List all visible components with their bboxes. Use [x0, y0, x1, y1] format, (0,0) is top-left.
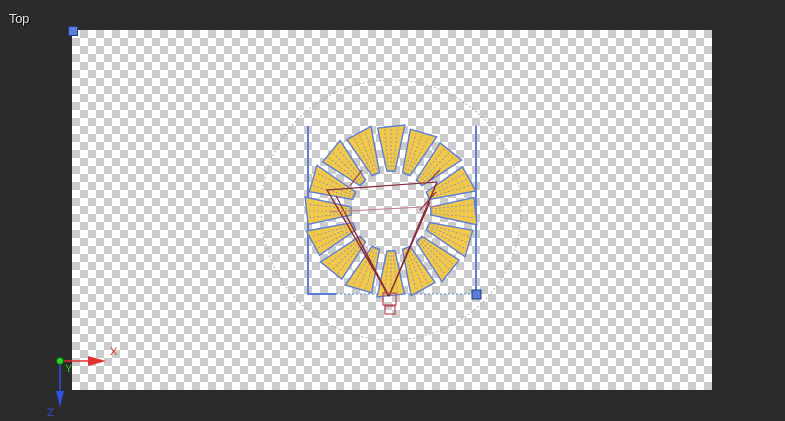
bounds-scale-handle[interactable] [471, 289, 482, 300]
z-axis-label: Z [47, 407, 54, 419]
petal-blade [376, 124, 406, 172]
scene-overlay[interactable] [0, 0, 785, 421]
petal-ring[interactable] [304, 124, 478, 298]
outer-range-circle [260, 79, 522, 341]
petal-blade [430, 196, 478, 226]
x-axis-arrow [88, 356, 106, 366]
y-axis-dot [56, 357, 64, 365]
axis-gizmo[interactable] [56, 356, 106, 407]
z-axis-arrow [56, 391, 64, 407]
petal-blade [376, 250, 406, 298]
x-axis-label: X [110, 346, 118, 358]
y-axis-label: Y [65, 363, 73, 375]
